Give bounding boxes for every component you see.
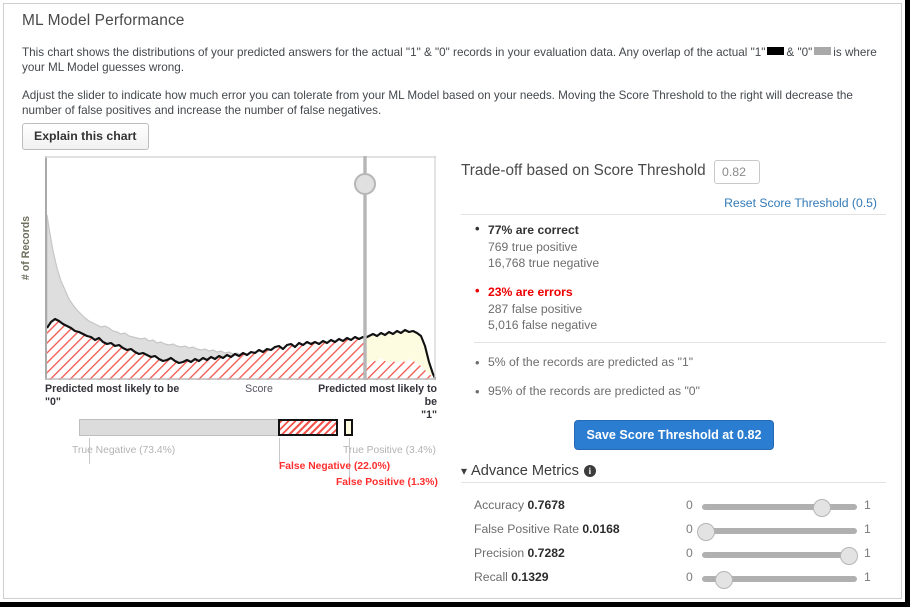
divider-top: [461, 214, 886, 215]
y-axis-label-holder: # of Records: [18, 204, 32, 294]
x-axis-label: Score: [245, 383, 273, 395]
advance-metrics-title: Advance Metrics: [471, 463, 579, 479]
tradeoff-title: Trade-off based on Score Threshold: [461, 162, 706, 179]
metric-name-text: Accuracy: [474, 498, 528, 512]
metric-name-text: False Positive Rate: [474, 522, 583, 536]
metric-label: False Positive Rate 0.0168: [474, 522, 620, 536]
correct-summary-list: 77% are correct 769 true positive 16,768…: [474, 221, 600, 272]
errors-percentage: 23% are errors: [474, 283, 597, 301]
metric-label: Recall 0.1329: [474, 570, 549, 584]
metric-min-label: 0: [686, 570, 693, 584]
metric-slider-track[interactable]: [702, 571, 857, 589]
metric-slider-thumb[interactable]: [813, 499, 831, 517]
metric-row-recall: Recall 0.1329 0 1: [474, 567, 886, 591]
description-text-a: This chart shows the distributions of yo…: [22, 46, 766, 59]
false-negative-segment: [278, 419, 338, 436]
metric-min-label: 0: [686, 546, 693, 560]
metric-row-precision: Precision 0.7282 0 1: [474, 543, 886, 567]
actual-one-legend-swatch: [767, 47, 785, 55]
prediction-distribution-list: 5% of the records are predicted as "1" 9…: [474, 348, 700, 406]
y-axis-label: # of Records: [20, 215, 32, 281]
save-score-threshold-button[interactable]: Save Score Threshold at 0.82: [574, 420, 774, 450]
metric-name-text: Precision: [474, 546, 528, 560]
true-positive-segment: [344, 419, 353, 436]
metric-value: 0.7282: [527, 546, 565, 560]
metric-value: 0.7678: [527, 498, 565, 512]
metric-slider-thumb[interactable]: [696, 523, 715, 541]
false-positive-count: 287 false positive: [488, 301, 583, 316]
false-negative-label: False Negative (22.0%): [279, 461, 391, 472]
chevron-down-icon: ▾: [461, 464, 468, 478]
x-axis-caption-left: Predicted most likely to be "0": [45, 383, 215, 409]
metric-value: 0.0168: [582, 522, 620, 536]
x-axis-caption-right: Predicted most likely to be "1": [306, 383, 437, 422]
metric-label: Accuracy 0.7678: [474, 498, 565, 512]
metric-min-label: 0: [686, 498, 693, 512]
true-negative-count: 16,768 true negative: [488, 256, 600, 270]
description-paragraph-1: This chart shows the distributions of yo…: [22, 45, 880, 75]
predicted-as-one: 5% of the records are predicted as "1": [474, 348, 700, 377]
metric-min-label: 0: [686, 522, 693, 536]
explain-this-chart-button[interactable]: Explain this chart: [22, 123, 149, 150]
reset-score-threshold-link[interactable]: Reset Score Threshold (0.5): [724, 196, 877, 210]
advance-metrics-header[interactable]: ▾ Advance Metrics i: [461, 463, 596, 479]
metric-max-label: 1: [864, 546, 871, 560]
actual-zero-legend-swatch: [814, 47, 832, 55]
x-axis-caption-right-text: Predicted most likely to be: [318, 383, 437, 408]
metric-max-label: 1: [864, 522, 871, 536]
true-positive-label: True Positive (3.4%): [343, 445, 436, 456]
metric-value: 0.1329: [511, 570, 549, 584]
true-negative-segment: [79, 419, 279, 436]
predicted-as-zero: 95% of the records are predicted as "0": [474, 377, 700, 406]
chart-plot-area[interactable]: [45, 156, 436, 380]
false-negative-count: 5,016 false negative: [488, 318, 598, 332]
score-threshold-handle[interactable]: [354, 173, 376, 195]
ml-model-performance-card: ML Model Performance This chart shows th…: [3, 3, 902, 599]
false-positive-label: False Positive (1.3%): [336, 477, 438, 488]
metric-slider-track[interactable]: [702, 499, 857, 517]
metric-slider-thumb[interactable]: [839, 547, 858, 565]
metric-slider-track[interactable]: [696, 523, 857, 541]
x-axis-caption-left-value: "0": [45, 396, 61, 408]
x-axis-caption-left-text: Predicted most likely to be: [45, 383, 180, 395]
description-text-b: & "0": [786, 46, 813, 59]
metric-row-false-positive-rate: False Positive Rate 0.0168 0 1: [474, 519, 886, 543]
screenshot-frame: ML Model Performance This chart shows th…: [0, 0, 910, 607]
errors-summary-list: 23% are errors 287 false positive 5,016 …: [474, 283, 598, 334]
divider-middle: [474, 342, 886, 343]
info-icon: i: [583, 465, 596, 477]
outcome-ratio-bar: [79, 419, 353, 436]
metric-max-label: 1: [864, 498, 871, 512]
divider-advance-metrics: [461, 482, 886, 483]
metric-max-label: 1: [864, 570, 871, 584]
true-positive-count: 769 true positive: [488, 239, 578, 254]
correct-percentage: 77% are correct: [474, 221, 599, 239]
metric-row-accuracy: Accuracy 0.7678 0 1: [474, 495, 886, 519]
score-threshold-input[interactable]: [714, 160, 760, 184]
metric-slider-thumb[interactable]: [714, 571, 733, 589]
metric-slider-track[interactable]: [702, 547, 858, 565]
true-negative-label: True Negative (73.4%): [72, 445, 176, 456]
metric-label: Precision 0.7282: [474, 546, 565, 560]
metric-name-text: Recall: [474, 570, 512, 584]
page-title: ML Model Performance: [22, 12, 185, 29]
description-paragraph-2: Adjust the slider to indicate how much e…: [22, 89, 853, 117]
